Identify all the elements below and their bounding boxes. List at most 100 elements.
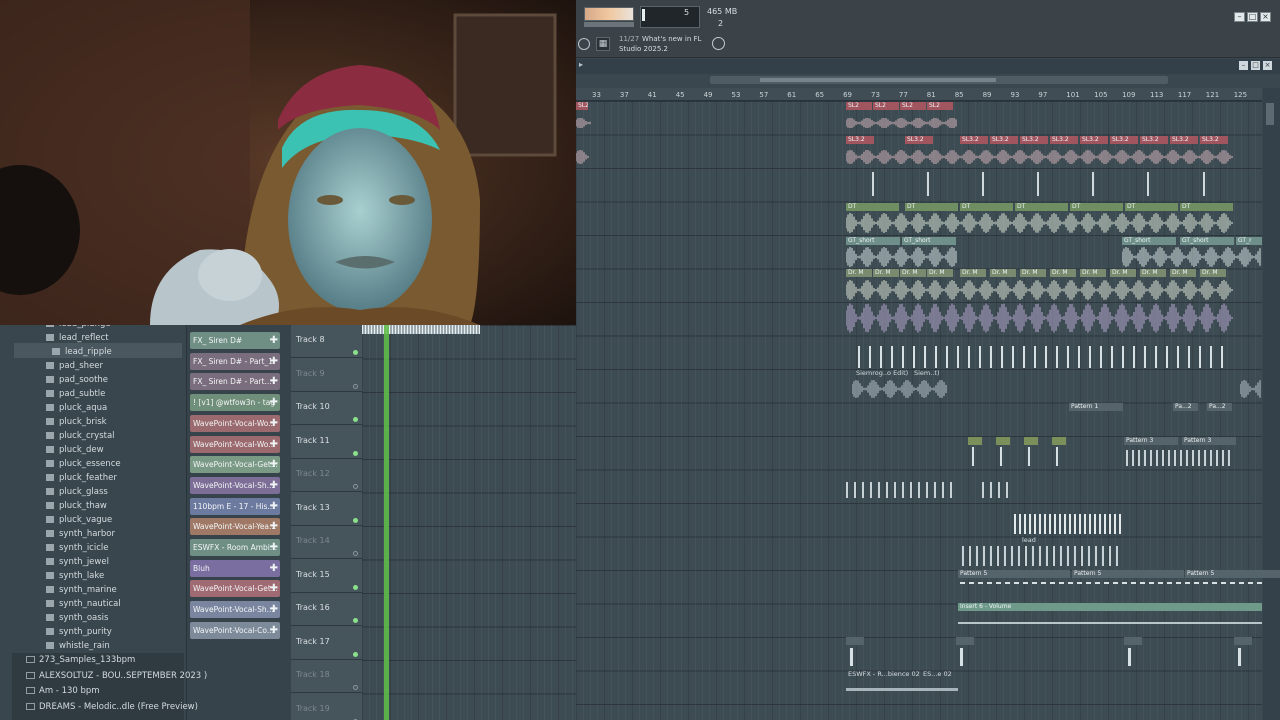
clip-marker[interactable] (924, 346, 926, 368)
clip-header[interactable]: Dr. M (1110, 269, 1136, 277)
track-mute-led[interactable] (353, 517, 358, 523)
clip-header[interactable]: Dr. M (846, 269, 872, 277)
audio-waveform[interactable] (846, 213, 1234, 233)
clip-marker[interactable] (1025, 546, 1027, 566)
clip-marker[interactable] (902, 346, 904, 368)
clip-header[interactable]: SL3.2 (990, 136, 1018, 144)
clip-marker[interactable] (1032, 582, 1037, 584)
clip-marker[interactable] (1049, 514, 1051, 534)
clip-marker[interactable] (1089, 514, 1091, 534)
clip-marker[interactable] (946, 346, 948, 368)
clip-marker[interactable] (846, 482, 848, 498)
clip-marker[interactable] (1216, 450, 1218, 466)
clip-marker[interactable] (1192, 450, 1194, 466)
browser-item[interactable]: synth_marine (46, 585, 117, 595)
clip-header[interactable]: Dr. M (1140, 269, 1166, 277)
clip-label[interactable]: lead (1022, 536, 1036, 544)
clip-header[interactable]: Pattern 1 (1069, 403, 1123, 411)
clip-marker[interactable] (969, 582, 974, 584)
clip-header[interactable]: Pattern 5 (1072, 570, 1184, 578)
browser-item[interactable]: synth_icicle (46, 543, 108, 553)
track-mute-led[interactable] (353, 417, 358, 422)
browser-folder[interactable]: 273_Samples_133bpm (26, 655, 135, 665)
clip-marker[interactable] (934, 482, 936, 498)
clip-marker[interactable] (1056, 447, 1058, 466)
clip-marker[interactable] (1014, 514, 1016, 534)
track-name[interactable]: Track 12 (296, 469, 330, 478)
clip-marker[interactable] (960, 648, 963, 666)
picker-item[interactable]: WavePoint-Vocal-Get... ✚ (190, 456, 280, 474)
clip-marker[interactable] (1024, 514, 1026, 534)
clip-header[interactable]: SL3.2 (1080, 136, 1108, 144)
clip-header[interactable]: GT_short (1122, 237, 1176, 245)
clip-marker[interactable] (870, 482, 872, 498)
plus-icon[interactable]: ✚ (270, 518, 278, 535)
clip-header[interactable]: Pattern 5 (1185, 570, 1280, 578)
clip-marker[interactable] (1014, 582, 1019, 584)
clip-marker[interactable] (1132, 450, 1134, 466)
clip-marker[interactable] (1180, 450, 1182, 466)
track-header[interactable]: Track 11 (291, 426, 362, 459)
clip-marker[interactable] (894, 482, 896, 498)
clip-marker[interactable] (1059, 582, 1064, 584)
clip-marker[interactable] (950, 482, 952, 498)
audio-waveform[interactable] (1122, 247, 1262, 267)
track-name[interactable]: Track 14 (296, 536, 330, 545)
clip-chip[interactable] (1024, 437, 1038, 445)
clip-header[interactable]: DT (905, 203, 958, 211)
clip-header[interactable]: SL3.2 (1200, 136, 1228, 144)
audio-waveform[interactable] (846, 303, 1234, 333)
picker-item[interactable]: WavePoint-Vocal-Yea... ✚ (190, 518, 280, 536)
clip-label[interactable]: Siemrog..o Edit) (856, 369, 908, 377)
globe-icon[interactable] (712, 37, 725, 50)
clip-marker[interactable] (862, 482, 864, 498)
clip-marker[interactable] (1044, 514, 1046, 534)
clip-marker[interactable] (1138, 450, 1140, 466)
clip-marker[interactable] (872, 172, 874, 196)
clip-marker[interactable] (1067, 546, 1069, 566)
clip-header[interactable]: GT_short (846, 237, 900, 245)
clip-marker[interactable] (878, 482, 880, 498)
clip-marker[interactable] (976, 546, 978, 566)
track-mute-led[interactable] (353, 383, 358, 389)
browser-item[interactable]: whistle_rain (46, 641, 110, 651)
clip-marker[interactable] (1100, 346, 1102, 368)
picker-item[interactable]: Bluh ✚ (190, 559, 280, 577)
clip-marker[interactable] (1166, 346, 1168, 368)
clip-marker[interactable] (869, 346, 871, 368)
clip-marker[interactable] (1059, 514, 1061, 534)
browser-folder[interactable]: Am - 130 bpm (26, 686, 100, 696)
cart-icon[interactable]: ▦ (596, 37, 610, 51)
clip-marker[interactable] (997, 546, 999, 566)
clip-header[interactable]: DT (1070, 203, 1123, 211)
clip-marker[interactable] (880, 346, 882, 368)
browser-item[interactable]: pad_subtle (46, 389, 105, 399)
clip-marker[interactable] (1162, 450, 1164, 466)
clip-marker[interactable] (982, 482, 984, 498)
clip-marker[interactable] (1222, 450, 1224, 466)
clip-marker[interactable] (942, 482, 944, 498)
browser-item[interactable]: synth_jewel (46, 557, 109, 567)
clip-header[interactable]: GT_r (1236, 237, 1262, 245)
clip-header[interactable]: Pa...2 (1173, 403, 1198, 411)
clip-marker[interactable] (1126, 450, 1128, 466)
clip-label[interactable]: Siem..t) (914, 369, 939, 377)
track-name[interactable]: Track 18 (296, 670, 330, 679)
plus-icon[interactable]: ✚ (270, 456, 278, 473)
clip-header[interactable]: Dr. M (1050, 269, 1076, 277)
info-icon[interactable] (578, 38, 590, 50)
clip-marker[interactable] (1109, 514, 1111, 534)
plus-icon[interactable]: ✚ (270, 373, 278, 390)
track-header[interactable]: Track 18 (291, 660, 362, 693)
clip-marker[interactable] (1140, 582, 1145, 584)
clip-chip[interactable] (1234, 637, 1252, 645)
track-header[interactable]: Track 8 (291, 325, 362, 358)
clip-header[interactable]: Dr. M (873, 269, 899, 277)
clip-header[interactable]: SL3.2 (1140, 136, 1168, 144)
picker-item[interactable]: FX_ Siren D# ✚ (190, 332, 280, 349)
playlist-vertical-scrollbar[interactable] (1263, 88, 1280, 720)
track-name[interactable]: Track 9 (296, 369, 325, 378)
track-mute-led[interactable] (353, 450, 358, 456)
browser-item[interactable]: synth_harbor (46, 529, 115, 539)
clip-marker[interactable] (1198, 450, 1200, 466)
